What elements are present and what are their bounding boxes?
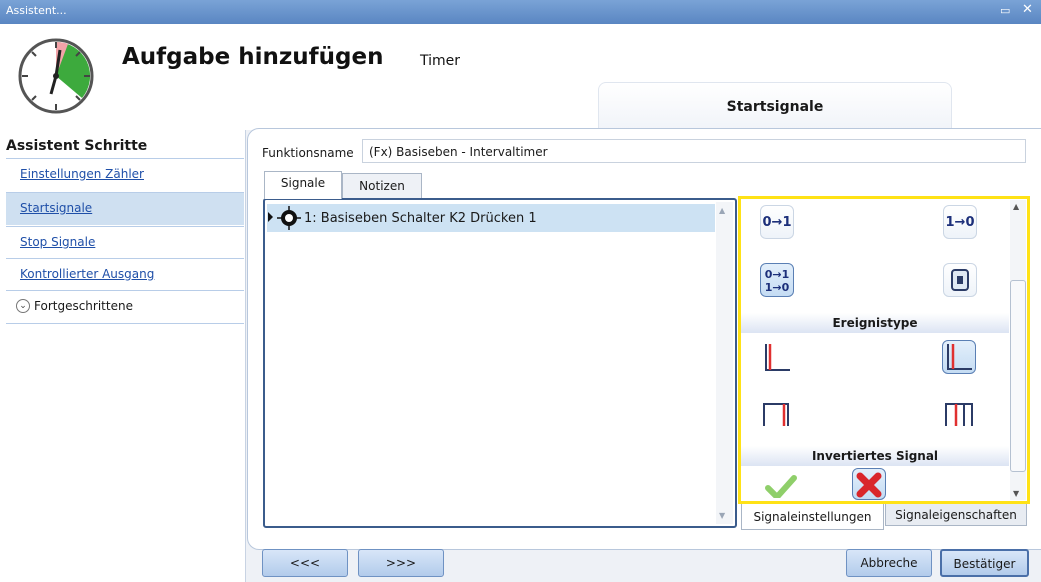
sidebar-item-label[interactable]: Einstellungen Zähler bbox=[20, 167, 144, 181]
scrollbar-thumb[interactable] bbox=[1010, 280, 1026, 472]
confirm-button[interactable]: Bestätiger bbox=[940, 549, 1029, 577]
rising-edge-button[interactable]: 0→1 bbox=[760, 205, 794, 239]
next-button[interactable]: >>> bbox=[358, 549, 444, 577]
scroll-up-icon[interactable]: ▲ bbox=[1013, 202, 1019, 211]
scroll-up-icon[interactable]: ▲ bbox=[719, 206, 725, 215]
state-icon bbox=[951, 269, 969, 291]
both-edges-icon: 0→1 1→0 bbox=[765, 268, 790, 294]
chevron-down-icon[interactable]: ⌄ bbox=[16, 299, 30, 313]
page-title: Aufgabe hinzufügen bbox=[122, 44, 384, 70]
tab-label: Notizen bbox=[359, 179, 405, 193]
signal-item-label: 1: Basiseben Schalter K2 Drücken 1 bbox=[304, 211, 537, 226]
tab-signaleinstellungen[interactable]: Signaleinstellungen bbox=[741, 504, 884, 530]
sidebar-title: Assistent Schritte bbox=[6, 138, 148, 154]
inverted-signal-header: Invertiertes Signal bbox=[741, 446, 1009, 466]
previous-button[interactable]: <<< bbox=[262, 549, 348, 577]
event-type-header: Ereignistype bbox=[741, 313, 1009, 333]
inverted-no-button[interactable] bbox=[852, 468, 886, 500]
tab-signaleigenschaften[interactable]: Signaleigenschaften bbox=[885, 504, 1027, 526]
falling-edge-label: 1→0 bbox=[945, 215, 975, 230]
window-title: Assistent... bbox=[6, 4, 67, 17]
cancel-button[interactable]: Abbreche bbox=[846, 549, 932, 577]
tab-notizen[interactable]: Notizen bbox=[342, 173, 422, 198]
signal-node-icon bbox=[276, 205, 302, 231]
row-pointer-icon bbox=[268, 212, 274, 222]
event-type-falling-step-button[interactable] bbox=[760, 340, 794, 374]
rising-edge-label: 0→1 bbox=[762, 215, 792, 230]
sidebar-item-einstellungen-zaehler[interactable]: Einstellungen Zähler bbox=[6, 158, 244, 191]
scroll-down-icon[interactable]: ▼ bbox=[1013, 489, 1019, 498]
maximize-icon[interactable]: ▭ bbox=[1000, 4, 1014, 17]
tab-label: Signale bbox=[280, 176, 326, 190]
list-scrollbar[interactable]: ▲ ▼ bbox=[716, 202, 733, 524]
sidebar-item-stop-signale[interactable]: Stop Signale bbox=[6, 226, 244, 259]
falling-edge-button[interactable]: 1→0 bbox=[943, 205, 977, 239]
svg-text:0→1: 0→1 bbox=[765, 268, 790, 281]
sidebar-item-startsignale[interactable]: Startsignale bbox=[6, 192, 244, 225]
current-step-label: Startsignale bbox=[726, 99, 824, 115]
both-edges-button[interactable]: 0→1 1→0 bbox=[760, 263, 794, 297]
sidebar-item-label[interactable]: Kontrollierter Ausgang bbox=[20, 267, 154, 281]
event-type-double-pulse-button[interactable] bbox=[942, 396, 976, 430]
step-down-icon bbox=[765, 344, 790, 371]
event-type-falling-step-selected-button[interactable] bbox=[942, 340, 976, 374]
advanced-label: Fortgeschrittene bbox=[34, 299, 133, 313]
double-pulse-icon bbox=[945, 403, 973, 426]
check-icon bbox=[765, 475, 797, 498]
pulse-icon bbox=[763, 403, 789, 426]
current-step-tab: Startsignale bbox=[598, 82, 952, 129]
sidebar-item-kontrollierter-ausgang[interactable]: Kontrollierter Ausgang bbox=[6, 258, 244, 291]
cross-icon bbox=[856, 472, 882, 498]
window-title-bar: Assistent... ▭ ✕ bbox=[0, 0, 1041, 24]
svg-text:1→0: 1→0 bbox=[765, 281, 790, 294]
step-down-selected-icon bbox=[947, 344, 972, 370]
function-name-input[interactable]: (Fx) Basiseben - Intervaltimer bbox=[362, 139, 1026, 163]
advanced-section-toggle[interactable]: ⌄ Fortgeschrittene bbox=[6, 290, 244, 324]
function-name-label: Funktionsname bbox=[262, 146, 354, 160]
page-subtitle: Timer bbox=[420, 53, 461, 69]
sidebar-item-label[interactable]: Startsignale bbox=[20, 201, 92, 215]
tab-signale[interactable]: Signale bbox=[264, 171, 342, 199]
inverted-yes-button[interactable] bbox=[764, 470, 798, 498]
timer-clock-icon bbox=[16, 36, 96, 116]
event-type-pulse-button[interactable] bbox=[760, 396, 794, 430]
signal-list[interactable] bbox=[263, 198, 737, 528]
scroll-down-icon[interactable]: ▼ bbox=[719, 511, 725, 520]
close-icon[interactable]: ✕ bbox=[1022, 2, 1040, 18]
state-button[interactable] bbox=[943, 263, 977, 297]
sidebar-item-label[interactable]: Stop Signale bbox=[20, 235, 95, 249]
